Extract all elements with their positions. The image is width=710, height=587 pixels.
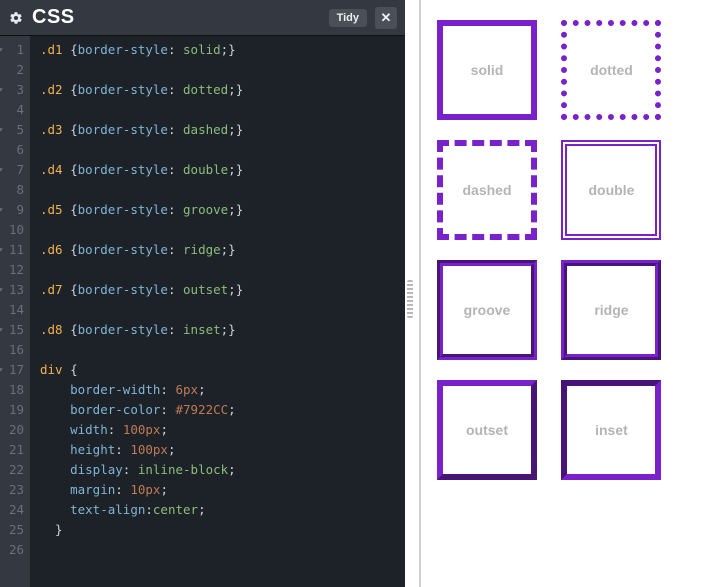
- line-number: 12: [0, 260, 24, 280]
- line-number: 21: [0, 440, 24, 460]
- line-number: 26: [0, 540, 24, 560]
- code-line[interactable]: width: 100px;: [40, 420, 405, 440]
- preview-panel: solid dotted dashed double groove ridge …: [419, 0, 710, 587]
- code-line[interactable]: .d5 {border-style: groove;}: [40, 200, 405, 220]
- line-number: 5: [0, 120, 24, 140]
- code-line[interactable]: [40, 140, 405, 160]
- code-line[interactable]: [40, 100, 405, 120]
- line-number: 11: [0, 240, 24, 260]
- line-number: 2: [0, 60, 24, 80]
- code-line[interactable]: div {: [40, 360, 405, 380]
- code-line[interactable]: [40, 260, 405, 280]
- line-number: 20: [0, 420, 24, 440]
- code-line[interactable]: text-align:center;: [40, 500, 405, 520]
- line-number: 13: [0, 280, 24, 300]
- border-demo-dashed: dashed: [437, 140, 537, 240]
- border-demo-inset: inset: [561, 380, 661, 480]
- code-line[interactable]: [40, 220, 405, 240]
- close-button[interactable]: ✕: [375, 7, 397, 29]
- border-demo-solid: solid: [437, 20, 537, 120]
- css-header: CSS Tidy ✕: [0, 0, 405, 36]
- code-line[interactable]: .d7 {border-style: outset;}: [40, 280, 405, 300]
- line-number: 4: [0, 100, 24, 120]
- border-demo-groove: groove: [437, 260, 537, 360]
- preview-body: solid dotted dashed double groove ridge …: [421, 0, 710, 490]
- gear-icon[interactable]: [8, 10, 24, 26]
- line-number: 15: [0, 320, 24, 340]
- code-line[interactable]: height: 100px;: [40, 440, 405, 460]
- line-number: 18: [0, 380, 24, 400]
- code-line[interactable]: display: inline-block;: [40, 460, 405, 480]
- code-line[interactable]: border-color: #7922CC;: [40, 400, 405, 420]
- line-number: 19: [0, 400, 24, 420]
- code-line[interactable]: }: [40, 520, 405, 540]
- code-line[interactable]: [40, 340, 405, 360]
- line-number: 8: [0, 180, 24, 200]
- code-editor[interactable]: 1234567891011121314151617181920212223242…: [0, 36, 405, 587]
- panel-title: CSS: [32, 6, 321, 29]
- border-demo-dotted: dotted: [561, 20, 661, 120]
- line-number: 16: [0, 340, 24, 360]
- code-line[interactable]: [40, 60, 405, 80]
- line-number: 1: [0, 40, 24, 60]
- line-number: 3: [0, 80, 24, 100]
- code-line[interactable]: .d3 {border-style: dashed;}: [40, 120, 405, 140]
- line-number: 9: [0, 200, 24, 220]
- line-number: 25: [0, 520, 24, 540]
- line-number: 23: [0, 480, 24, 500]
- code-line[interactable]: .d1 {border-style: solid;}: [40, 40, 405, 60]
- tidy-button[interactable]: Tidy: [329, 9, 367, 27]
- line-number: 14: [0, 300, 24, 320]
- line-number: 24: [0, 500, 24, 520]
- line-number: 22: [0, 460, 24, 480]
- css-editor-panel: CSS Tidy ✕ 12345678910111213141516171819…: [0, 0, 405, 587]
- code-line[interactable]: .d8 {border-style: inset;}: [40, 320, 405, 340]
- code-line[interactable]: margin: 10px;: [40, 480, 405, 500]
- border-demo-double: double: [561, 140, 661, 240]
- border-demo-ridge: ridge: [561, 260, 661, 360]
- code-line[interactable]: .d2 {border-style: dotted;}: [40, 80, 405, 100]
- code-line[interactable]: [40, 540, 405, 560]
- line-gutter: 1234567891011121314151617181920212223242…: [0, 36, 30, 587]
- code-line[interactable]: [40, 300, 405, 320]
- line-number: 6: [0, 140, 24, 160]
- line-number: 10: [0, 220, 24, 240]
- code-line[interactable]: .d6 {border-style: ridge;}: [40, 240, 405, 260]
- line-number: 17: [0, 360, 24, 380]
- border-demo-outset: outset: [437, 380, 537, 480]
- line-number: 7: [0, 160, 24, 180]
- code-line[interactable]: .d4 {border-style: double;}: [40, 160, 405, 180]
- code-line[interactable]: [40, 180, 405, 200]
- panel-splitter[interactable]: [405, 0, 419, 587]
- code-line[interactable]: border-width: 6px;: [40, 380, 405, 400]
- code-area[interactable]: .d1 {border-style: solid;} .d2 {border-s…: [30, 36, 405, 587]
